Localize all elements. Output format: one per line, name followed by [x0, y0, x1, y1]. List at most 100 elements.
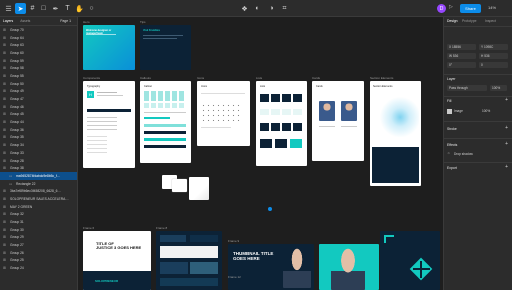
layer-item[interactable]: ⊞ Group 31	[0, 218, 77, 226]
hand-icon[interactable]: ✋	[74, 3, 85, 14]
group-layer-icon: ⊞	[3, 266, 7, 271]
layer-name: Group 36	[10, 127, 24, 132]
add-fill-icon[interactable]: +	[505, 97, 508, 103]
tab-assets[interactable]: Assets	[20, 19, 30, 23]
tab-design[interactable]: Design	[447, 19, 458, 23]
section-elements-frame[interactable]: Section Elements	[370, 81, 421, 186]
blend-mode-select[interactable]: Pass through	[447, 85, 487, 91]
layer-item[interactable]: ⊞ Group 32	[0, 211, 77, 219]
layer-item[interactable]: ⊞ SOLOPRENEUR SALES ACCELERA…	[0, 195, 77, 203]
x-field[interactable]: X 18556	[447, 44, 476, 50]
layer-item[interactable]: ⊞ Group 27	[0, 241, 77, 249]
text-icon[interactable]: T	[62, 3, 73, 14]
group-layer-icon: ⊞	[3, 58, 7, 63]
layer-item[interactable]: ⊞ Group 25	[0, 257, 77, 265]
small-frame-2[interactable]	[172, 179, 187, 192]
contrast-icon[interactable]: ◑	[266, 3, 277, 14]
add-export-icon[interactable]: +	[505, 164, 508, 170]
layer-item[interactable]: ⊞ Group 36	[0, 126, 77, 134]
layer-name: Group 33	[10, 150, 24, 155]
layer-item[interactable]: ⊞ Group 45	[0, 111, 77, 119]
group-layer-icon: ⊞	[3, 227, 7, 232]
layer-item[interactable]: ⊞ Group 59	[0, 57, 77, 65]
play-icon[interactable]: ▷	[449, 4, 456, 13]
frame6-thumb[interactable]: TITLE OF JUSTICE 3 GOES HERE SOLOPRENEUR	[83, 231, 151, 290]
layer-item[interactable]: ⊞ Group 28	[0, 157, 77, 165]
fill-opacity[interactable]: 100%	[482, 109, 490, 113]
layer-item[interactable]: ⊞ Group 34	[0, 141, 77, 149]
frame9-thumb[interactable]: THUMBNAIL TITLE GOES HERE	[228, 244, 314, 290]
tab-prototype[interactable]: Prototype	[462, 19, 477, 23]
frame-icon[interactable]: #	[27, 3, 38, 14]
layer-item[interactable]: ⊞ Group 33	[0, 149, 77, 157]
lists-frame[interactable]: Lists	[256, 81, 307, 166]
layer-item[interactable]: ⊞ Group 24	[0, 264, 77, 272]
mask-icon[interactable]: ◐	[252, 3, 263, 14]
canvas[interactable]: Hero Welcome designer or manager/team Ti…	[78, 17, 443, 290]
components-frame[interactable]: Typography H	[83, 81, 135, 168]
avatar[interactable]: D	[437, 4, 446, 13]
layer-item[interactable]: ⊞ Group 64	[0, 34, 77, 42]
layer-item[interactable]: ⊞ 3ba7ef89b6ec3f458208_6628_6…	[0, 187, 77, 195]
layer-item[interactable]: ⊞ Group 63	[0, 41, 77, 49]
add-stroke-icon[interactable]: +	[505, 125, 508, 131]
hero-frame[interactable]: Welcome designer or manager/team	[83, 25, 135, 70]
small-frame-3[interactable]	[189, 177, 209, 200]
height-field[interactable]: H 536	[479, 53, 508, 59]
canvas-selection-dot[interactable]	[268, 207, 272, 211]
layer-item[interactable]: ⊞ Group 29	[0, 234, 77, 242]
fill-swatch[interactable]	[447, 109, 452, 114]
frame-dark-graphic[interactable]	[380, 231, 440, 290]
group-layer-icon: ⊞	[3, 43, 7, 48]
zoom-level[interactable]: 14%	[488, 5, 496, 10]
effect-type[interactable]: Drop shadow	[454, 152, 473, 156]
properties-panel: Design Prototype Inspect X 18556 Y 1098C…	[443, 17, 512, 290]
layer-item[interactable]: ⊞ Group 26	[0, 249, 77, 257]
opacity-field[interactable]: 100%	[490, 85, 507, 91]
image-layer-icon: ▭	[9, 181, 13, 186]
shape-icon[interactable]: □	[38, 3, 49, 14]
menu-icon[interactable]: ☰	[3, 3, 14, 14]
move-icon[interactable]: ➤	[15, 3, 26, 14]
effect-icon[interactable]: ☼	[447, 151, 450, 155]
layer-name: Group 28	[10, 158, 24, 163]
layer-item[interactable]: ⊞ MAY 2 GREEN	[0, 203, 77, 211]
layer-item[interactable]: ⊞ Group 58	[0, 64, 77, 72]
callouts-frame[interactable]: Callout	[140, 81, 191, 163]
layer-item[interactable]: ⊞ Group 55	[0, 72, 77, 80]
width-field[interactable]: W 536	[447, 53, 476, 59]
fill-type[interactable]: Image	[454, 109, 463, 113]
add-effect-icon[interactable]: +	[505, 141, 508, 147]
radius-field[interactable]: 0	[479, 62, 508, 68]
layer-item[interactable]: ▭ Rectangle 22	[0, 180, 77, 188]
layer-item[interactable]: ⊞ Group 47	[0, 95, 77, 103]
crop-icon[interactable]: ⌗	[279, 3, 290, 14]
share-button[interactable]: Share	[460, 4, 481, 13]
tab-inspect[interactable]: Inspect	[485, 19, 496, 23]
tab-layers[interactable]: Layers	[3, 19, 13, 23]
group-layer-icon: ⊞	[3, 73, 7, 78]
y-field[interactable]: Y 1098C	[479, 44, 508, 50]
page-selector[interactable]: Page 1	[60, 19, 71, 23]
rotation-field[interactable]: 0°	[447, 62, 476, 68]
icons-frame[interactable]: Icons	[197, 81, 250, 146]
layer-item[interactable]: ⊞ Group 60	[0, 49, 77, 57]
tips-frame[interactable]: Visit Frambles	[140, 25, 191, 70]
layer-item[interactable]: ⊞ Group 38	[0, 164, 77, 172]
group-layer-icon: ⊞	[3, 35, 7, 40]
layer-item[interactable]: ⊞ Group 30	[0, 226, 77, 234]
comment-icon[interactable]: ○	[86, 3, 97, 14]
cards-frame[interactable]: Cards	[312, 81, 364, 161]
frame8-thumb[interactable]	[156, 231, 222, 290]
component-icon[interactable]: ❖	[239, 3, 250, 14]
frame10-thumb[interactable]	[319, 244, 379, 290]
pen-icon[interactable]: ✒	[50, 3, 61, 14]
group-layer-icon: ⊞	[3, 127, 7, 132]
layer-item[interactable]: ⊞ Group 46	[0, 103, 77, 111]
layer-item[interactable]: ⊞ Group 50	[0, 80, 77, 88]
layer-item[interactable]: ▭ ma9452874fdabdc9e8b5c_f…	[0, 172, 77, 180]
layer-item[interactable]: ⊞ Group 35	[0, 134, 77, 142]
layer-item[interactable]: ⊞ Group 44	[0, 118, 77, 126]
layer-item[interactable]: ⊞ Group 49	[0, 88, 77, 96]
layer-item[interactable]: ⊞ Group 70	[0, 26, 77, 34]
